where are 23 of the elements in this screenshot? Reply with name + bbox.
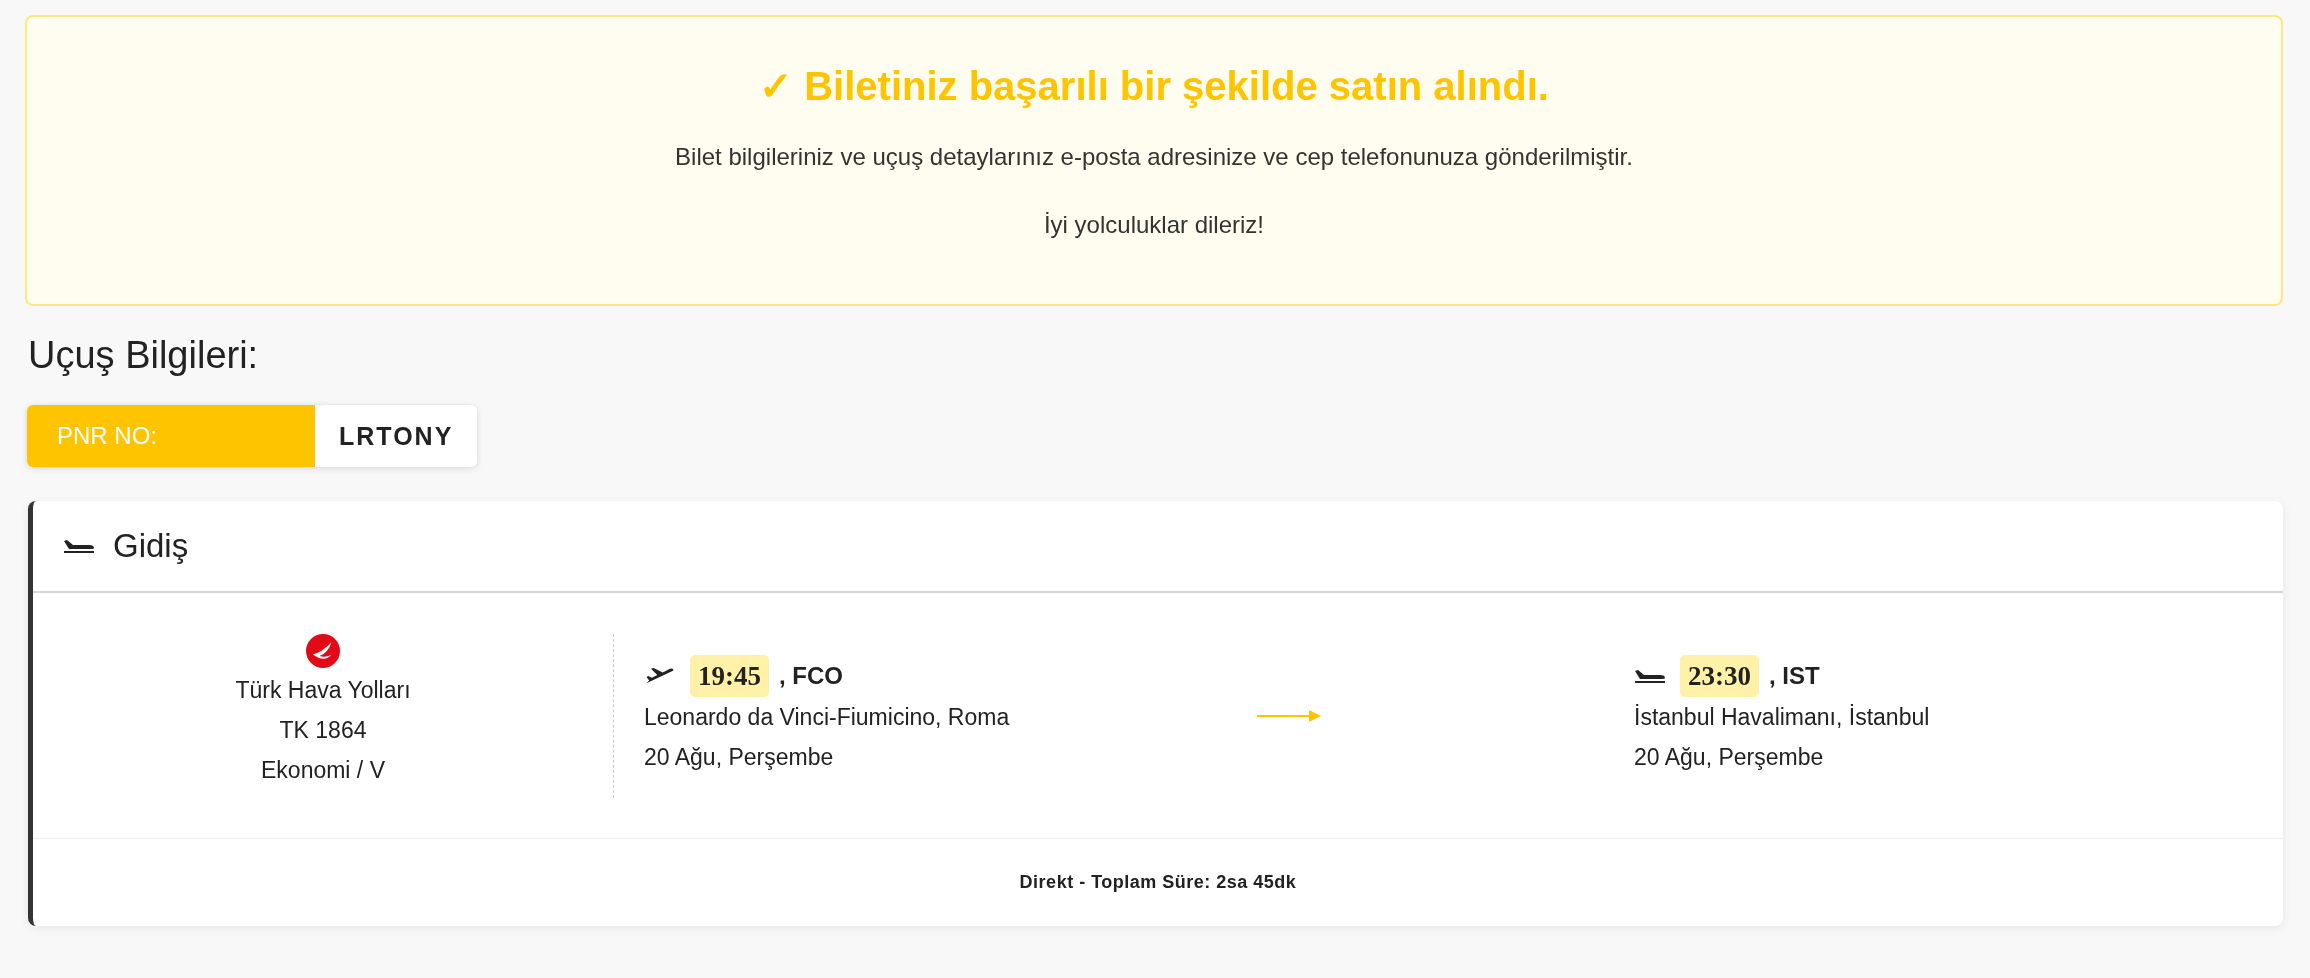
airport-name: İstanbul Havalimanı, İstanbul bbox=[1634, 702, 1930, 732]
plane-icon bbox=[63, 539, 95, 553]
airport-code: , IST bbox=[1769, 660, 1820, 691]
success-message: Bilet bilgileriniz ve uçuş detaylarınız e-posta adresinize ve cep telefonunuza gönderilmiştir. bbox=[675, 143, 1633, 171]
flight-date: 20 Ağu, Perşembe bbox=[644, 742, 834, 772]
airline-name: Türk Hava Yolları bbox=[235, 675, 411, 705]
airport-code: , FCO bbox=[779, 660, 843, 691]
pnr-label: PNR NO: bbox=[27, 405, 315, 467]
takeoff-plane-icon bbox=[644, 666, 676, 685]
flight-number: TK 1864 bbox=[279, 715, 367, 745]
wish-text: İyi yolculuklar dileriz! bbox=[1043, 211, 1265, 239]
airline-logo-icon bbox=[306, 633, 340, 668]
flight-date: 20 Ağu, Perşembe bbox=[1634, 742, 1824, 772]
departure-time: 19:45 bbox=[690, 654, 769, 697]
flight-summary: Direkt - Toplam Süre: 2sa 45dk bbox=[1019, 872, 1297, 893]
arrow-icon bbox=[1257, 708, 1321, 723]
cabin-class: Ekonomi / V bbox=[261, 755, 385, 785]
card-title: Gidiş bbox=[113, 527, 189, 565]
section-title: Uçuş Bilgileri: bbox=[28, 334, 260, 377]
arrival-time: 23:30 bbox=[1680, 654, 1759, 697]
airport-name: Leonardo da Vinci-Fiumicino, Roma bbox=[644, 702, 1010, 732]
pnr-value: LRTONY bbox=[315, 405, 478, 467]
success-title: ✓ Biletiniz başarılı bir şekilde satın alındı. bbox=[759, 63, 1549, 109]
